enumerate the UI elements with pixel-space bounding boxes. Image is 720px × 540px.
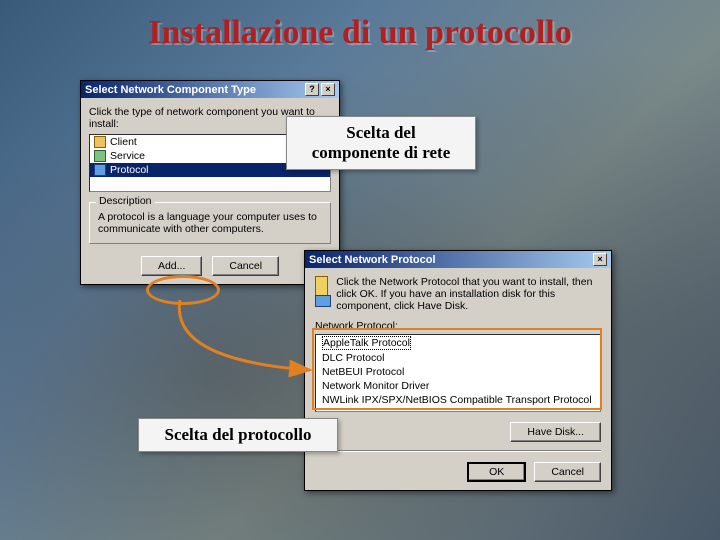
titlebar-text: Select Network Component Type [85, 84, 256, 96]
callout-component: Scelta del componente di rete [286, 116, 476, 170]
list-item-label: Service [110, 150, 145, 162]
instruction-text: Click the Network Protocol that you want… [336, 276, 601, 312]
description-legend: Description [96, 195, 155, 207]
cancel-button[interactable]: Cancel [534, 462, 601, 482]
slide-title: Installazione di un protocollo [0, 14, 720, 52]
protocol-icon [94, 164, 106, 176]
titlebar-protocol[interactable]: Select Network Protocol × [305, 251, 611, 268]
add-button[interactable]: Add... [141, 256, 202, 276]
cancel-button[interactable]: Cancel [212, 256, 279, 276]
list-item-label: Client [110, 136, 137, 148]
have-disk-button[interactable]: Have Disk... [510, 422, 601, 442]
client-icon [94, 136, 106, 148]
close-icon[interactable]: × [593, 253, 607, 266]
ok-button[interactable]: OK [467, 462, 526, 482]
close-icon[interactable]: × [321, 83, 335, 96]
list-item-label: Protocol [110, 164, 149, 176]
help-icon[interactable]: ? [305, 83, 319, 96]
dialog-select-component: Select Network Component Type ? × Click … [80, 80, 340, 285]
service-icon [94, 150, 106, 162]
description-group: Description A protocol is a language you… [89, 202, 331, 244]
description-text: A protocol is a language your computer u… [98, 211, 322, 235]
divider [315, 450, 601, 452]
titlebar-component[interactable]: Select Network Component Type ? × [81, 81, 339, 98]
titlebar-text: Select Network Protocol [309, 254, 436, 266]
arrow-icon [160, 290, 360, 410]
callout-protocol: Scelta del protocollo [138, 418, 338, 452]
